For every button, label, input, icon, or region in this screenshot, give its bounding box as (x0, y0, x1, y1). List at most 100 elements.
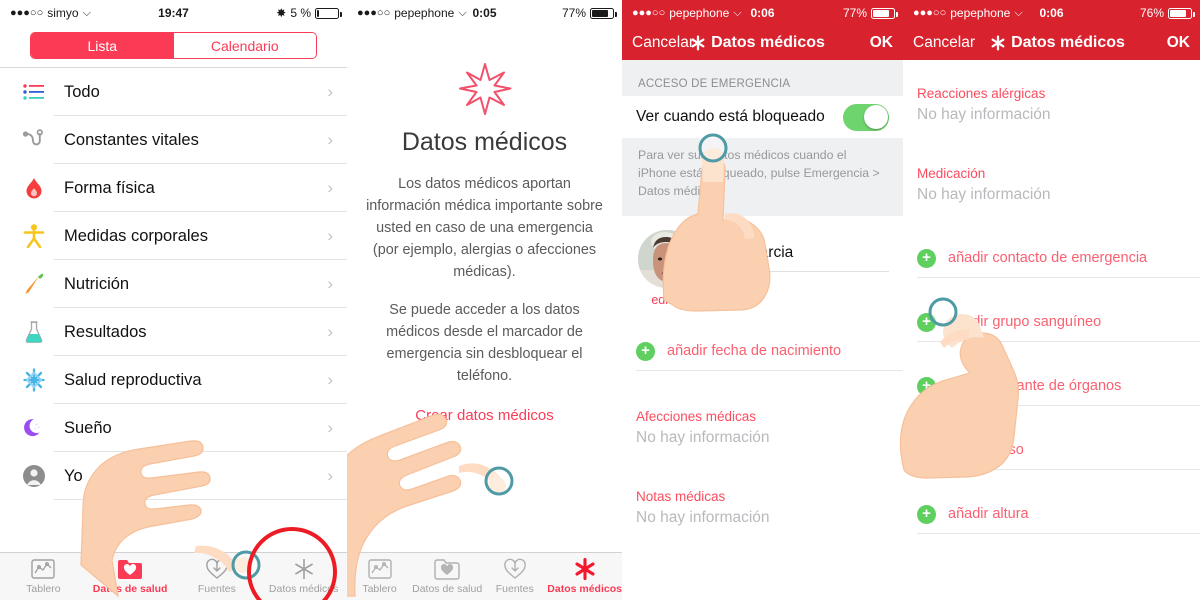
add-row-label: añadir donante de órganos (948, 378, 1122, 394)
list-item-label: Forma física (64, 178, 155, 197)
tab-datos-de-salud[interactable]: Datos de salud (87, 557, 174, 595)
battery-icon (1168, 7, 1195, 19)
list-item-label: Nutrición (64, 274, 130, 293)
row-label: Ver cuando está bloqueado (636, 108, 825, 125)
list-item-nutricion[interactable]: Nutrición › (0, 260, 347, 308)
add-birthdate-row[interactable]: + añadir fecha de nacimiento (622, 331, 903, 371)
flame-icon (14, 177, 54, 199)
tab-fuentes[interactable]: Fuentes (482, 557, 547, 595)
cancel-button[interactable]: Cancelar (632, 34, 694, 52)
field-afecciones-medicas[interactable]: Afecciones médicas No hay información (622, 397, 903, 455)
add-row-label: añadir peso (948, 442, 1024, 458)
list-item-label: Yo (64, 466, 83, 485)
sources-heart-icon (205, 557, 229, 581)
ok-button[interactable]: OK (1167, 34, 1190, 52)
list-item-label: Constantes vitales (64, 130, 199, 149)
chevron-right-icon: › (327, 130, 333, 149)
list-item-medidas-corporales[interactable]: Medidas corporales › (0, 212, 347, 260)
field-value: No hay información (917, 106, 1051, 123)
battery-icon (871, 7, 898, 19)
tab-label: Fuentes (197, 583, 236, 595)
medical-asterisk-icon (365, 60, 604, 118)
chevron-right-icon: › (327, 82, 333, 101)
status-right-3: 77% (843, 6, 903, 20)
tab-fuentes[interactable]: Fuentes (174, 557, 261, 595)
cancel-button[interactable]: Cancelar (913, 34, 975, 52)
phone-panel-2: ●●●○○ pepephone ⌵ 0:05 77% Datos médicos… (347, 0, 622, 600)
add-blood-type-row[interactable]: + añadir grupo sanguíneo (903, 302, 1200, 342)
list-item-yo[interactable]: Yo › (0, 452, 347, 500)
add-row-label: añadir contacto de emergencia (948, 250, 1148, 266)
add-row-label: añadir fecha de nacimiento (667, 343, 842, 359)
tab-tablero[interactable]: Tablero (0, 557, 87, 595)
dashboard-icon (367, 557, 392, 581)
segmented-control[interactable]: Lista Calendario (30, 32, 317, 59)
add-height-row[interactable]: + añadir altura (903, 494, 1200, 534)
field-key: Medicación (917, 166, 986, 181)
field-notas-medicas[interactable]: Notas médicas No hay información (622, 477, 903, 535)
field-key: Notas médicas (636, 489, 726, 504)
chevron-right-icon: › (327, 466, 333, 485)
tab-label: Tablero (26, 583, 61, 595)
tab-datos-de-salud[interactable]: Datos de salud (412, 557, 482, 595)
list-item-salud-reproductiva[interactable]: Salud reproductiva › (0, 356, 347, 404)
tab-tablero[interactable]: Tablero (347, 557, 412, 595)
status-bar-4: ●●●○○ pepephone ⌵ 0:06 76% (903, 0, 1200, 26)
segment-lista[interactable]: Lista (31, 33, 174, 58)
health-category-list: Todo › Constantes vitales › Forma física… (0, 68, 347, 500)
edit-avatar-link[interactable]: editar (636, 293, 698, 307)
emergency-access-note: Para ver sus datos médicos cuando el iPh… (622, 138, 903, 216)
list-lines-icon (14, 83, 54, 101)
add-weight-row[interactable]: + añadir peso (903, 430, 1200, 470)
segment-calendario[interactable]: Calendario (173, 33, 316, 58)
chevron-right-icon: › (327, 274, 333, 293)
list-item-forma-fisica[interactable]: Forma física › (0, 164, 347, 212)
list-item-sueno[interactable]: Sueño › (0, 404, 347, 452)
list-item-label: Sueño (64, 418, 112, 437)
name-field[interactable]: Ivan Garcia (714, 244, 889, 271)
page-title: Datos médicos (401, 128, 568, 156)
snowflake-icon (14, 368, 54, 392)
tap-indicator-ring (484, 466, 514, 496)
create-medical-id-link[interactable]: Crear datos médicos (415, 407, 553, 424)
phone-panel-4: ●●●○○ pepephone ⌵ 0:06 76% Cancelar Dato… (903, 0, 1200, 600)
field-reacciones-alergicas[interactable]: Reacciones alérgicas No hay información (903, 74, 1200, 132)
tab-label: Datos médicos (547, 583, 622, 595)
field-value: No hay información (636, 429, 770, 446)
show-when-locked-toggle[interactable] (843, 103, 889, 131)
carrot-icon (14, 272, 54, 296)
nav-title-label: Datos médicos (711, 34, 825, 51)
add-organ-donor-row[interactable]: + añadir donante de órganos (903, 366, 1200, 406)
field-value: No hay información (917, 186, 1051, 203)
battery-percent: 5 % (290, 6, 311, 20)
avatar[interactable] (638, 230, 696, 288)
list-item-resultados[interactable]: Resultados › (0, 308, 347, 356)
battery-percent: 76% (1139, 6, 1164, 20)
field-value: No hay información (636, 509, 770, 526)
field-medicacion[interactable]: Medicación No hay información (903, 154, 1200, 212)
chevron-right-icon: › (327, 370, 333, 389)
ok-button[interactable]: OK (870, 34, 893, 52)
tab-label: Fuentes (495, 583, 534, 595)
battery-percent: 77% (842, 6, 867, 20)
segmented-control-wrap: Lista Calendario (0, 26, 347, 67)
tab-datos-medicos[interactable]: Datos médicos (547, 557, 622, 595)
person-icon (14, 464, 54, 488)
bluetooth-icon: ✸ (276, 6, 287, 20)
list-item-todo[interactable]: Todo › (0, 68, 347, 116)
row-show-when-locked[interactable]: Ver cuando está bloqueado (622, 96, 903, 138)
list-item-label: Medidas corporales (64, 226, 208, 245)
description-paragraph-1: Los datos médicos aportan información mé… (366, 176, 603, 280)
body-figure-icon (14, 224, 54, 248)
tab-datos-medicos[interactable]: Datos médicos (260, 557, 347, 595)
section-header-emergency-access: ACCESO DE EMERGENCIA (622, 60, 903, 96)
add-emergency-contact-row[interactable]: + añadir contacto de emergencia (903, 238, 1200, 278)
list-item-constantes-vitales[interactable]: Constantes vitales › (0, 116, 347, 164)
status-right-4: 76% (1140, 6, 1200, 20)
